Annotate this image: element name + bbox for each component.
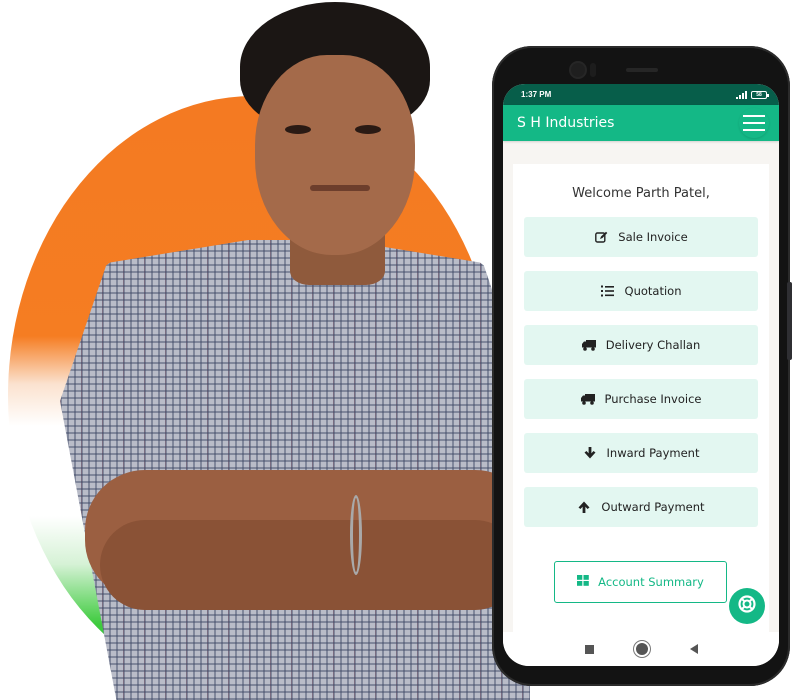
menu-item-label: Delivery Challan bbox=[605, 338, 701, 352]
android-nav-bar bbox=[503, 632, 779, 666]
hamburger-menu-button[interactable] bbox=[739, 108, 769, 138]
camera-icon bbox=[571, 63, 585, 77]
sensor-icon bbox=[590, 63, 596, 77]
arrow-up-icon bbox=[577, 500, 591, 514]
delivery-challan-button[interactable]: Delivery Challan bbox=[524, 325, 758, 365]
person-head bbox=[255, 55, 415, 255]
outward-payment-button[interactable]: Outward Payment bbox=[524, 487, 758, 527]
quotation-button[interactable]: Quotation bbox=[524, 271, 758, 311]
arrow-down-icon bbox=[583, 446, 597, 460]
speaker-grille bbox=[626, 68, 658, 72]
menu-item-label: Sale Invoice bbox=[618, 230, 688, 244]
account-summary-label: Account Summary bbox=[598, 575, 704, 589]
truck-icon bbox=[581, 338, 596, 352]
phone-screen: 1:37 PM 58 S H Industries Welcome Parth … bbox=[503, 84, 779, 666]
lifebuoy-icon bbox=[738, 595, 756, 617]
grid-icon bbox=[577, 575, 589, 589]
recent-apps-icon[interactable] bbox=[584, 644, 594, 654]
person-arm-lower bbox=[100, 520, 520, 610]
battery-icon: 58 bbox=[751, 90, 769, 99]
sale-invoice-button[interactable]: Sale Invoice bbox=[524, 217, 758, 257]
hamburger-menu-icon bbox=[743, 115, 765, 117]
back-icon[interactable] bbox=[689, 644, 698, 654]
person-photo bbox=[60, 0, 535, 700]
app-title: S H Industries bbox=[517, 115, 615, 131]
status-time: 1:37 PM bbox=[521, 90, 552, 99]
help-fab-button[interactable] bbox=[729, 588, 765, 624]
inward-payment-button[interactable]: Inward Payment bbox=[524, 433, 758, 473]
truck-icon bbox=[580, 392, 595, 406]
list-ordered-icon bbox=[601, 284, 615, 298]
app-bar: S H Industries bbox=[503, 105, 779, 141]
purchase-invoice-button[interactable]: Purchase Invoice bbox=[524, 379, 758, 419]
welcome-message: Welcome Parth Patel, bbox=[572, 186, 710, 201]
menu-item-label: Quotation bbox=[624, 284, 682, 298]
edit-icon bbox=[594, 230, 608, 244]
phone-side-button bbox=[787, 282, 792, 360]
person-bangle bbox=[350, 495, 362, 575]
person-eye-right bbox=[355, 125, 381, 134]
status-bar: 1:37 PM 58 bbox=[503, 84, 779, 105]
status-icons: 58 bbox=[736, 90, 769, 99]
dashboard-card: Welcome Parth Patel, Sale Invoice Quotat… bbox=[513, 164, 769, 636]
menu-list: Sale Invoice Quotation Delivery Challan … bbox=[513, 217, 769, 527]
home-icon[interactable] bbox=[635, 643, 648, 655]
menu-item-label: Purchase Invoice bbox=[604, 392, 702, 406]
signal-icon bbox=[736, 90, 747, 99]
menu-item-label: Inward Payment bbox=[606, 446, 700, 460]
person-mouth bbox=[310, 185, 370, 191]
menu-item-label: Outward Payment bbox=[601, 500, 705, 514]
account-summary-button[interactable]: Account Summary bbox=[554, 561, 727, 603]
person-eye-left bbox=[285, 125, 311, 134]
